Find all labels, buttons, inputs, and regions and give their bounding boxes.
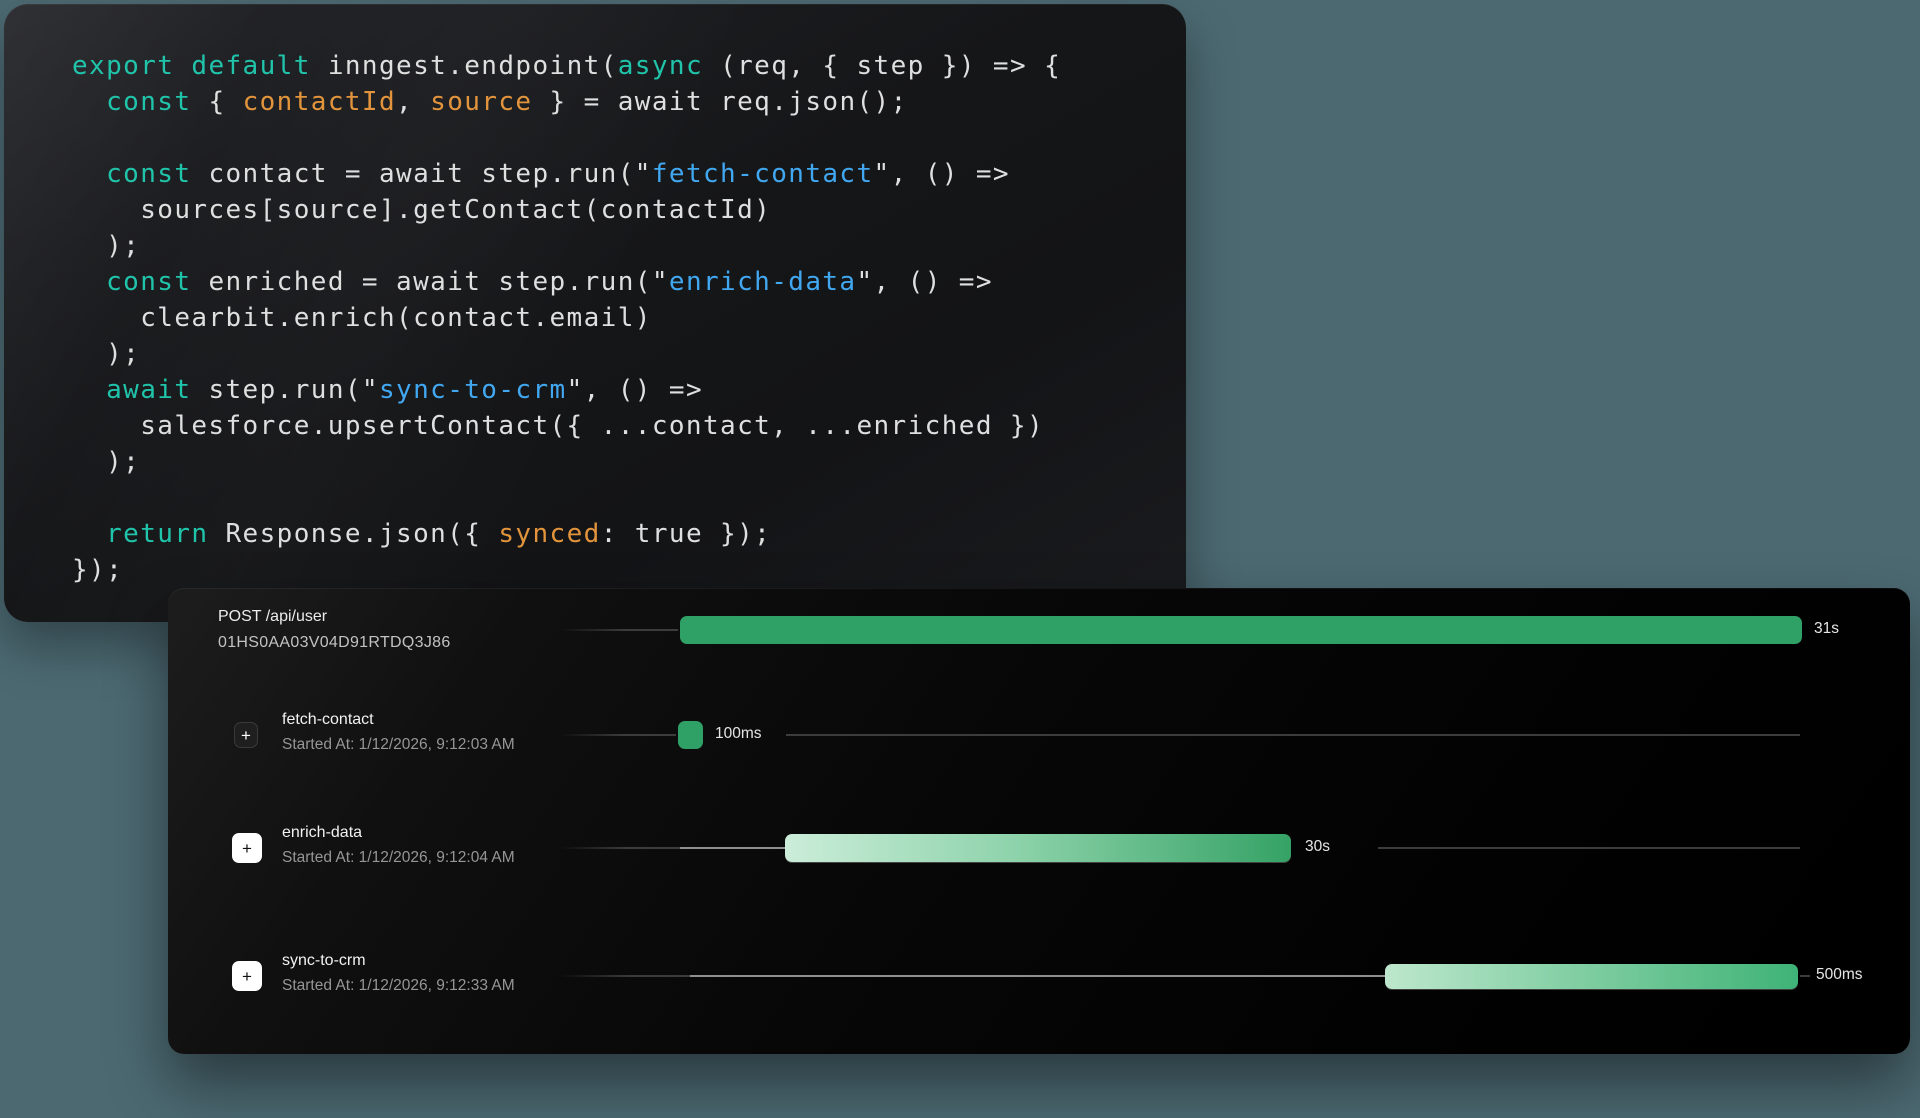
step-duration-label: 100ms xyxy=(715,725,762,743)
expand-step-button[interactable]: + xyxy=(234,722,258,748)
step-duration-label: 500ms xyxy=(1816,966,1863,984)
request-run-id: 01HS0AA03V04D91RTDQ3J86 xyxy=(218,634,451,652)
expand-step-button[interactable]: + xyxy=(232,961,262,991)
step-span-bar[interactable] xyxy=(678,721,703,749)
request-span-bar[interactable] xyxy=(680,616,1802,644)
page-background: export default inngest.endpoint(async (r… xyxy=(0,0,1920,1118)
expand-step-button[interactable]: + xyxy=(232,833,262,863)
step-name: enrich-data xyxy=(282,824,362,842)
timeline-elapsed-track xyxy=(680,847,785,849)
request-method-path: POST /api/user xyxy=(218,608,327,626)
timeline-track xyxy=(1800,975,1810,977)
step-started-at: Started At: 1/12/2026, 9:12:03 AM xyxy=(282,736,515,754)
step-name: sync-to-crm xyxy=(282,952,366,970)
step-span-bar[interactable] xyxy=(1385,964,1798,989)
timeline-track xyxy=(786,734,1800,736)
step-name: fetch-contact xyxy=(282,711,374,729)
step-started-at: Started At: 1/12/2026, 9:12:33 AM xyxy=(282,977,515,995)
timeline-track xyxy=(560,734,676,736)
trace-timeline-panel: POST /api/user 01HS0AA03V04D91RTDQ3J86 3… xyxy=(168,588,1910,1054)
timeline-track xyxy=(560,975,690,977)
timeline-elapsed-track xyxy=(690,975,1385,977)
code-editor-panel: export default inngest.endpoint(async (r… xyxy=(4,4,1186,622)
step-started-at: Started At: 1/12/2026, 9:12:04 AM xyxy=(282,849,515,867)
step-duration-label: 30s xyxy=(1305,838,1330,856)
step-span-bar[interactable] xyxy=(785,834,1291,862)
request-duration-label: 31s xyxy=(1814,620,1839,638)
code-block: export default inngest.endpoint(async (r… xyxy=(72,48,1061,588)
timeline-track xyxy=(560,629,678,631)
timeline-track xyxy=(560,847,680,849)
timeline-track xyxy=(1378,847,1800,849)
